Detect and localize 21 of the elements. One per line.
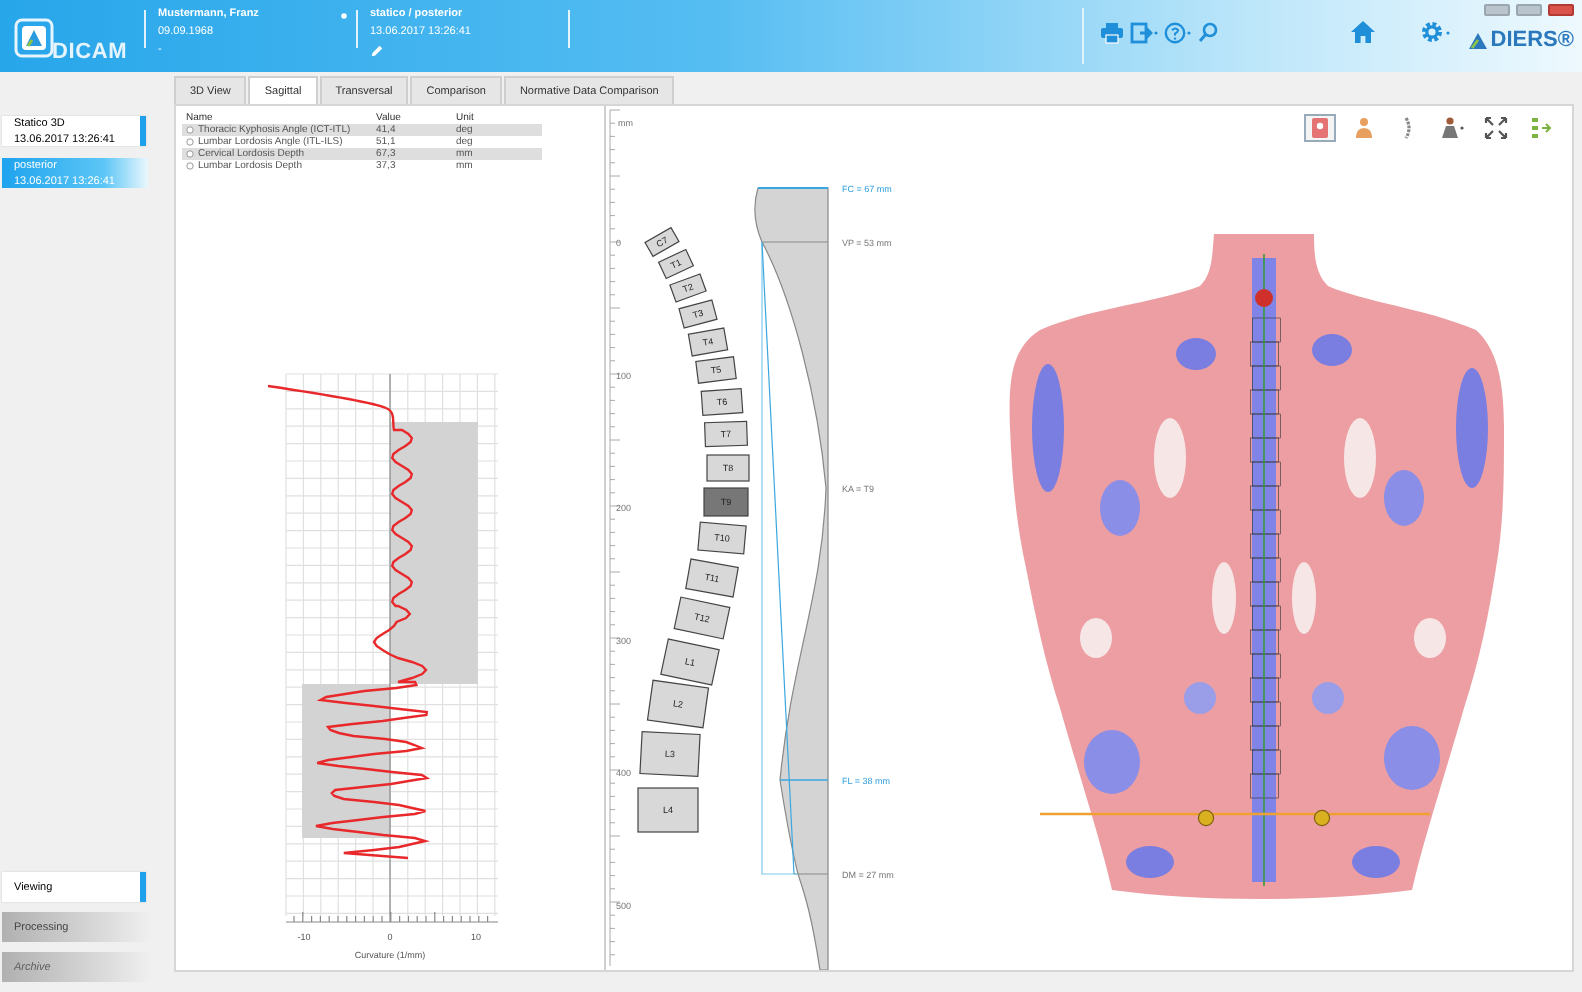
pencil-icon[interactable]	[370, 44, 384, 58]
torso-icon	[1352, 116, 1376, 140]
surface-view-icon	[1308, 116, 1332, 140]
minimize-button[interactable]	[1484, 4, 1510, 16]
dropdown-dot-icon[interactable]	[340, 12, 348, 20]
printer-button[interactable]	[1100, 21, 1125, 43]
brand-logo-icon	[1468, 31, 1489, 49]
view-tool-button[interactable]	[1436, 114, 1468, 142]
maximize-button[interactable]	[1516, 4, 1542, 16]
close-button[interactable]	[1548, 4, 1574, 16]
brand-name: DIERS®	[1490, 28, 1574, 52]
exit-button[interactable]	[1130, 21, 1159, 43]
search-button[interactable]	[1198, 21, 1219, 43]
help-button[interactable]	[1164, 21, 1193, 43]
view-tool-button[interactable]	[1480, 114, 1512, 142]
app-name: DICAM	[52, 40, 128, 64]
gear-icon[interactable]	[1420, 20, 1453, 44]
layers-icon	[1528, 116, 1552, 140]
figure-icon	[1440, 116, 1464, 140]
fit-to-view-icon	[1484, 116, 1508, 140]
home-icon[interactable]	[1350, 20, 1377, 44]
